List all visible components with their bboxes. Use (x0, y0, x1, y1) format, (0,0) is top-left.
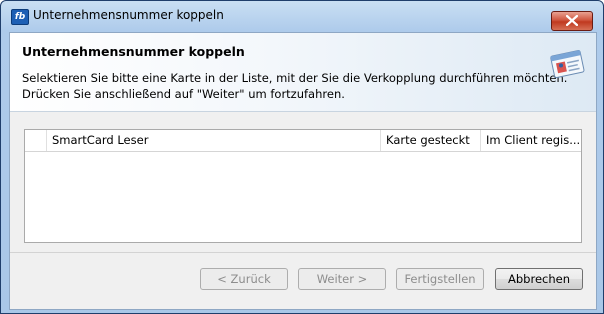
next-button[interactable]: Weiter > (298, 268, 386, 290)
dialog-client-area: Unternehmensnummer koppeln Selektieren S… (9, 32, 597, 310)
header-title: Unternehmensnummer koppeln (22, 44, 245, 59)
cancel-button[interactable]: Abbrechen (495, 268, 583, 290)
back-button[interactable]: < Zurück (200, 268, 288, 290)
column-header-select[interactable] (25, 130, 47, 151)
column-header-card-inserted[interactable]: Karte gesteckt (381, 130, 481, 151)
dialog-window: fb Unternehmensnummer koppeln Unternehme… (0, 0, 604, 314)
title-bar[interactable]: fb Unternehmensnummer koppeln (1, 1, 603, 31)
header-description-line: Selektieren Sie bitte eine Karte in der … (22, 71, 568, 85)
close-button[interactable] (551, 11, 593, 31)
finish-button[interactable]: Fertigstellen (396, 268, 484, 290)
id-card-icon (550, 50, 585, 79)
header-description-line: Drücken Sie anschließend auf "Weiter" um… (22, 87, 345, 101)
wizard-footer: < Zurück Weiter > Fertigstellen Abbreche… (10, 253, 596, 309)
fb-app-icon: fb (11, 9, 29, 25)
wizard-header: Unternehmensnummer koppeln Selektieren S… (10, 33, 596, 112)
column-header-client-registered[interactable]: Im Client regis... (481, 130, 581, 151)
list-header: SmartCard Leser Karte gesteckt Im Client… (25, 130, 581, 152)
window-title: Unternehmensnummer koppeln (33, 8, 224, 22)
column-header-smartcard-reader[interactable]: SmartCard Leser (47, 130, 381, 151)
card-reader-list[interactable]: SmartCard Leser Karte gesteckt Im Client… (24, 129, 582, 243)
header-description: Selektieren Sie bitte eine Karte in der … (22, 70, 568, 102)
close-icon (566, 15, 578, 26)
